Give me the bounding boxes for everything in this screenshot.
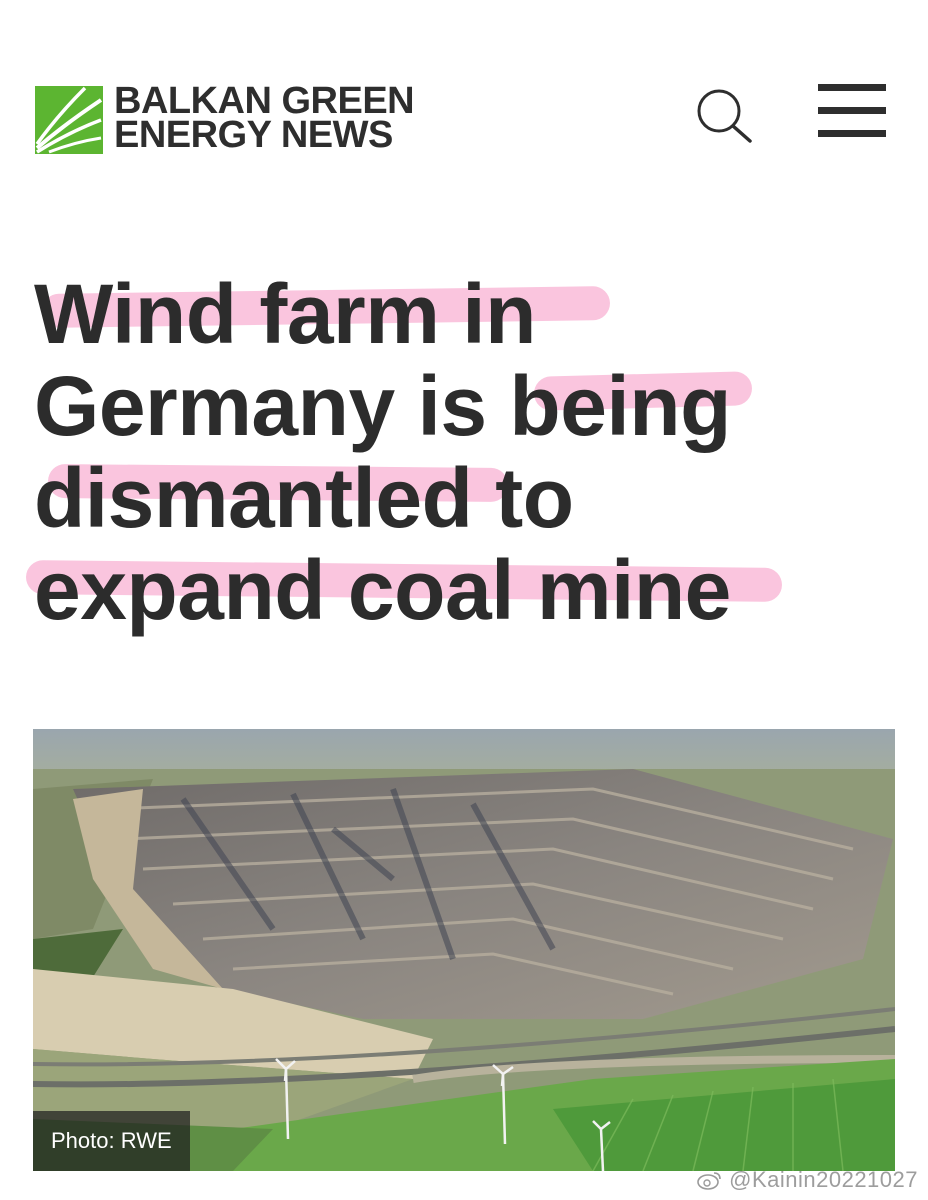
- search-button[interactable]: [694, 86, 754, 146]
- photo-credit: Photo: RWE: [33, 1111, 190, 1171]
- headline-line-1: Wind farm in: [34, 268, 894, 360]
- article-photo[interactable]: [33, 729, 895, 1171]
- search-icon: [697, 89, 752, 143]
- headline-line-3: dismantled to: [34, 452, 894, 544]
- brand-name[interactable]: BALKAN GREEN ENERGY NEWS: [114, 80, 415, 156]
- headline-text: Wind farm in: [34, 267, 536, 361]
- headline-text: expand coal mine: [34, 543, 731, 637]
- brand-logo-icon[interactable]: [35, 86, 103, 154]
- watermark: @Kainin20221027: [697, 1166, 918, 1194]
- brand-line-2: ENERGY NEWS: [114, 114, 393, 156]
- article-headline[interactable]: Wind farm in Germany is being dismantled…: [25, 268, 894, 637]
- headline-text: Germany is being: [34, 359, 731, 453]
- hamburger-menu-icon: [818, 84, 886, 137]
- watermark-text: @Kainin20221027: [729, 1167, 918, 1192]
- headline-line-4: expand coal mine: [25, 543, 894, 637]
- headline-text: dismantled to: [34, 451, 574, 545]
- menu-button[interactable]: [818, 84, 886, 140]
- brand-line-1: BALKAN GREEN: [114, 80, 415, 122]
- headline-line-2: Germany is being: [34, 360, 894, 452]
- weibo-icon: [697, 1172, 721, 1190]
